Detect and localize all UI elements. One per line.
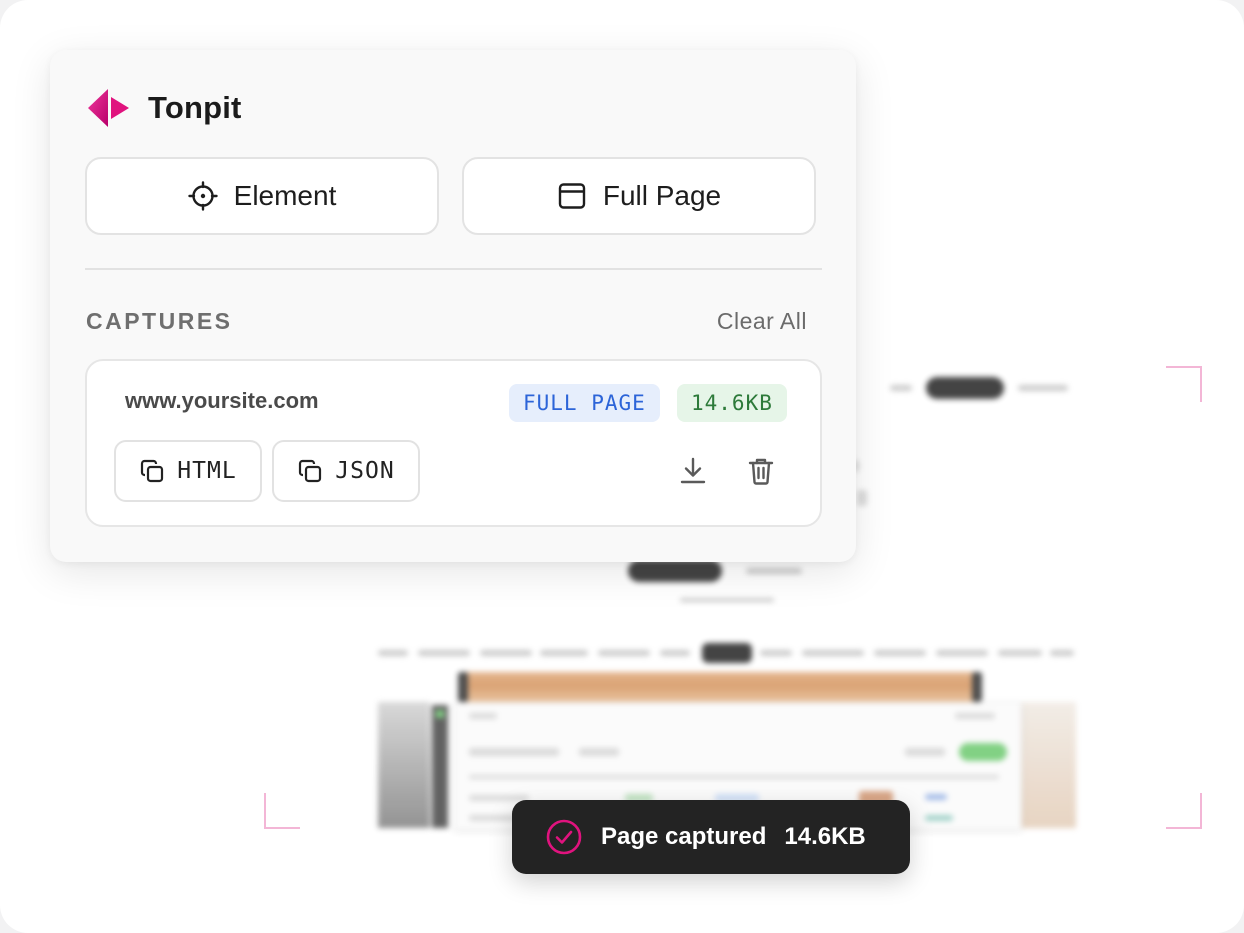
copy-icon <box>299 459 322 483</box>
capture-url: www.yoursite.com <box>125 388 319 413</box>
capture-size-badge: 14.6KB <box>677 384 787 422</box>
app-stage: Tonpit Element Full Page CAPTURES Clear … <box>0 0 1244 933</box>
captures-section-title: CAPTURES <box>86 308 233 334</box>
copy-html-button[interactable]: HTML <box>114 440 262 502</box>
toast-message: Page captured <box>601 823 767 850</box>
trash-icon <box>748 458 774 485</box>
section-divider <box>85 268 822 270</box>
browser-window-icon <box>558 183 586 209</box>
element-mode-button[interactable]: Element <box>85 157 439 235</box>
download-icon <box>680 457 706 484</box>
capture-corner-bottom-left <box>264 793 300 829</box>
brand-header: Tonpit <box>86 86 242 130</box>
capture-corner-bottom-right <box>1166 793 1202 829</box>
copy-icon <box>141 459 164 483</box>
copy-json-label: JSON <box>335 458 395 484</box>
element-mode-label: Element <box>233 180 337 211</box>
clear-all-button[interactable]: Clear All <box>717 308 807 335</box>
extension-panel: Tonpit Element Full Page CAPTURES Clear … <box>50 50 856 562</box>
capture-type-badge: FULL PAGE <box>509 384 660 422</box>
capture-toast: Page captured 14.6KB <box>512 800 910 874</box>
copy-json-button[interactable]: JSON <box>272 440 420 502</box>
delete-button[interactable] <box>743 453 779 489</box>
capture-corner-top-right <box>1166 366 1202 402</box>
full-page-mode-button[interactable]: Full Page <box>462 157 816 235</box>
tonpit-logo-icon <box>88 89 129 127</box>
check-circle-icon <box>546 819 582 855</box>
copy-html-label: HTML <box>177 458 237 484</box>
toast-size: 14.6KB <box>784 823 866 850</box>
app-name: Tonpit <box>148 90 242 125</box>
full-page-mode-label: Full Page <box>602 180 722 211</box>
download-button[interactable] <box>675 453 711 489</box>
crosshair-icon <box>187 181 218 211</box>
capture-item: www.yoursite.com FULL PAGE 14.6KB HTML J… <box>85 359 822 527</box>
